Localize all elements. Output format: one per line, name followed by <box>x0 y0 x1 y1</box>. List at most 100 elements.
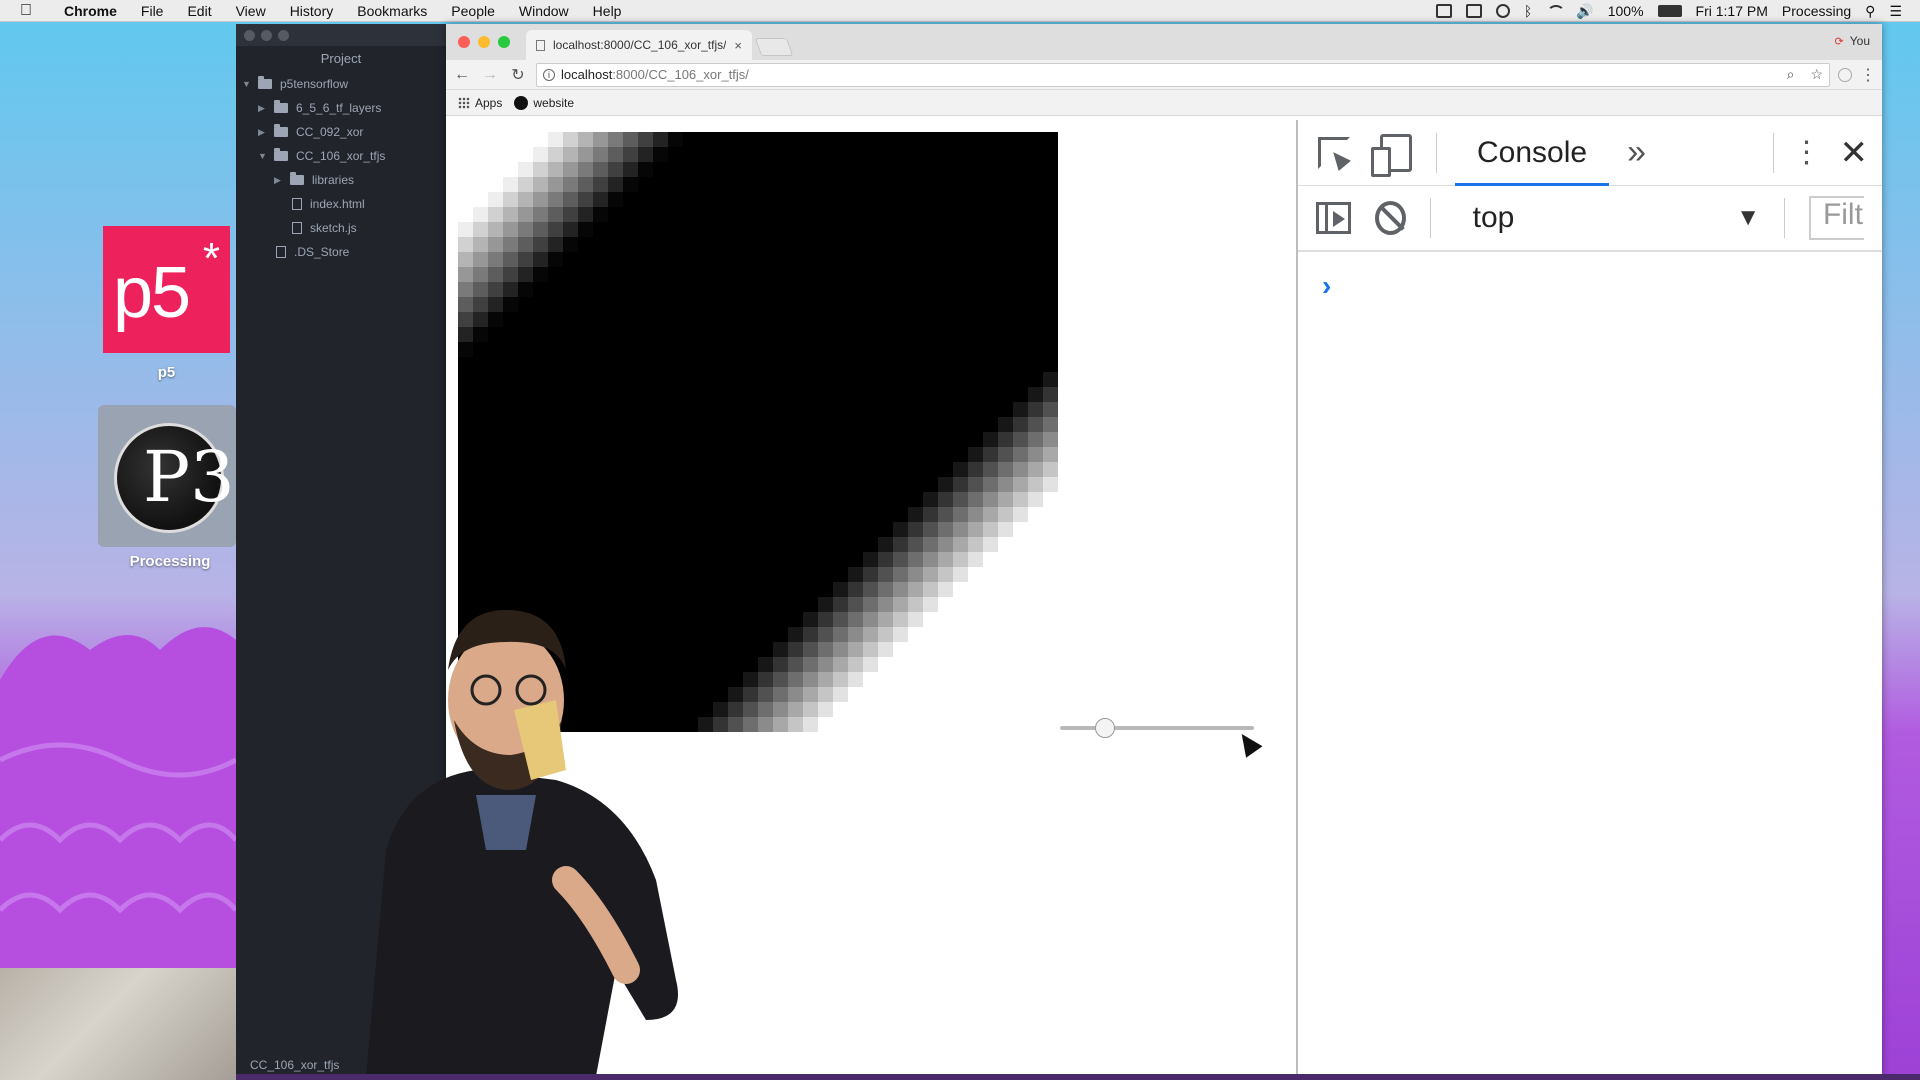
bookmark-website[interactable]: website <box>514 95 574 110</box>
close-tab-icon[interactable]: × <box>734 38 742 53</box>
clear-console-icon[interactable] <box>1374 201 1406 235</box>
p5-app-label[interactable]: p5 <box>103 364 230 381</box>
console-filter-input[interactable]: Filter <box>1808 196 1864 240</box>
context-selector[interactable]: top ▼ <box>1455 201 1760 235</box>
grid-cell <box>908 162 924 178</box>
close-devtools-icon[interactable]: ✕ <box>1840 133 1869 173</box>
close-window-button[interactable] <box>458 36 470 48</box>
extension-icon[interactable] <box>1838 67 1852 82</box>
chevron-down-icon[interactable]: ▼ <box>258 151 270 161</box>
grid-cell <box>998 162 1014 178</box>
editor-close-button[interactable] <box>244 29 255 41</box>
console-prompt-chevron-icon[interactable]: › <box>1322 270 1331 302</box>
site-info-icon[interactable]: i <box>543 68 555 81</box>
grid-cell <box>833 387 849 403</box>
device-toolbar-button[interactable] <box>1371 131 1418 177</box>
bluetooth-icon[interactable]: ᛒ <box>1524 4 1532 18</box>
grid-cell <box>788 387 804 403</box>
chrome-menu-icon[interactable]: ⋮ <box>1860 65 1876 85</box>
menu-app-name[interactable]: Chrome <box>52 3 129 19</box>
tree-item-ds-store[interactable]: .DS_Store <box>236 240 446 264</box>
console-sidebar-toggle-icon[interactable] <box>1316 202 1351 234</box>
devtools-menu-icon[interactable]: ⋮ <box>1792 135 1822 170</box>
menu-window[interactable]: Window <box>507 3 581 19</box>
menu-people[interactable]: People <box>439 3 507 19</box>
chevron-right-icon[interactable]: ▶ <box>258 103 270 114</box>
menu-bookmarks[interactable]: Bookmarks <box>345 3 439 19</box>
editor-zoom-button[interactable] <box>278 29 289 41</box>
minimize-window-button[interactable] <box>478 36 490 48</box>
address-bar[interactable]: i localhost:8000/CC_106_xor_tfjs/ ⌕ ☆ <box>536 62 1830 87</box>
grid-cell <box>623 282 639 298</box>
inspect-element-button[interactable] <box>1312 131 1356 175</box>
grid-cell <box>713 132 729 148</box>
grid-cell <box>713 342 729 358</box>
tree-item-sketch-js[interactable]: sketch.js <box>236 216 446 240</box>
zoom-window-button[interactable] <box>498 36 510 48</box>
grid-cell <box>773 342 789 358</box>
back-arrow-icon[interactable]: ← <box>452 66 472 84</box>
spotlight-search-icon[interactable]: ⚲ <box>1865 4 1875 18</box>
tree-item-tf-layers[interactable]: ▶ 6_5_6_tf_layers <box>236 96 446 120</box>
grid-cell <box>983 477 999 493</box>
more-tabs-chevron-icon[interactable]: » <box>1627 133 1646 172</box>
grid-cell <box>893 672 909 688</box>
battery-icon[interactable] <box>1657 4 1682 17</box>
volume-icon[interactable]: 🔊 <box>1576 4 1593 18</box>
grid-cell <box>788 132 804 148</box>
grid-cell <box>938 657 954 673</box>
chevron-down-icon[interactable]: ▼ <box>242 79 254 89</box>
grid-cell <box>758 237 774 253</box>
new-tab-button[interactable] <box>754 38 794 56</box>
tab-console[interactable]: Console <box>1455 120 1610 186</box>
grid-cell <box>908 207 924 223</box>
notification-center-icon[interactable]: ☰ <box>1889 4 1902 18</box>
grid-cell <box>818 642 834 658</box>
grid-cell <box>818 627 834 643</box>
airplay-icon[interactable] <box>1465 3 1482 18</box>
grid-cell <box>698 297 714 313</box>
reload-icon[interactable]: ↻ <box>508 65 528 85</box>
tree-item-cc092[interactable]: ▶ CC_092_xor <box>236 120 446 144</box>
menu-history[interactable]: History <box>278 3 346 19</box>
menu-view[interactable]: View <box>224 3 278 19</box>
grid-cell <box>803 297 819 313</box>
grid-cell <box>878 672 894 688</box>
slider-thumb[interactable] <box>1094 718 1115 738</box>
grid-cell <box>1013 342 1029 358</box>
menu-help[interactable]: Help <box>581 3 634 19</box>
menu-edit[interactable]: Edit <box>175 3 223 19</box>
time-machine-icon[interactable] <box>1495 3 1510 18</box>
wifi-icon[interactable] <box>1546 4 1566 18</box>
tree-item-cc106[interactable]: ▼ CC_106_xor_tfjs <box>236 144 446 168</box>
bookmark-star-icon[interactable]: ☆ <box>1810 66 1823 83</box>
tree-item-index-html[interactable]: index.html <box>236 192 446 216</box>
screen-record-icon[interactable] <box>1435 3 1452 18</box>
grid-cell <box>773 642 789 658</box>
grid-cell <box>803 357 819 373</box>
tree-item-libraries[interactable]: ▶ libraries <box>236 168 446 192</box>
processing-app-label[interactable]: Processing <box>98 553 242 570</box>
grid-cell <box>968 297 984 313</box>
menubar-clock[interactable]: Fri 1:17 PM <box>1696 3 1768 19</box>
p5-app-icon[interactable]: p5 * <box>103 226 230 353</box>
tab-localhost[interactable]: localhost:8000/CC_106_xor_tfjs/ × <box>526 30 752 60</box>
menu-file[interactable]: File <box>129 3 176 19</box>
grid-cell <box>893 297 909 313</box>
tree-item-p5tensorflow[interactable]: ▼ p5tensorflow <box>236 72 446 96</box>
zoom-magnifier-icon[interactable]: ⌕ <box>1787 66 1795 83</box>
grid-cell <box>863 672 879 688</box>
apple-menu-icon[interactable]:  <box>0 2 52 20</box>
grid-cell <box>983 312 999 328</box>
chevron-right-icon[interactable]: ▶ <box>258 127 270 138</box>
bookmark-apps[interactable]: Apps <box>458 96 502 110</box>
grid-cell <box>893 222 909 238</box>
forward-arrow-icon[interactable]: → <box>480 66 500 84</box>
profile-button[interactable]: ⟳ You <box>1835 34 1870 48</box>
editor-minimize-button[interactable] <box>261 29 272 41</box>
chevron-right-icon[interactable]: ▶ <box>274 175 286 186</box>
learning-rate-slider[interactable] <box>1060 716 1254 740</box>
menubar-active-app[interactable]: Processing <box>1782 3 1851 19</box>
grid-cell <box>728 627 744 643</box>
grid-cell <box>548 372 564 388</box>
